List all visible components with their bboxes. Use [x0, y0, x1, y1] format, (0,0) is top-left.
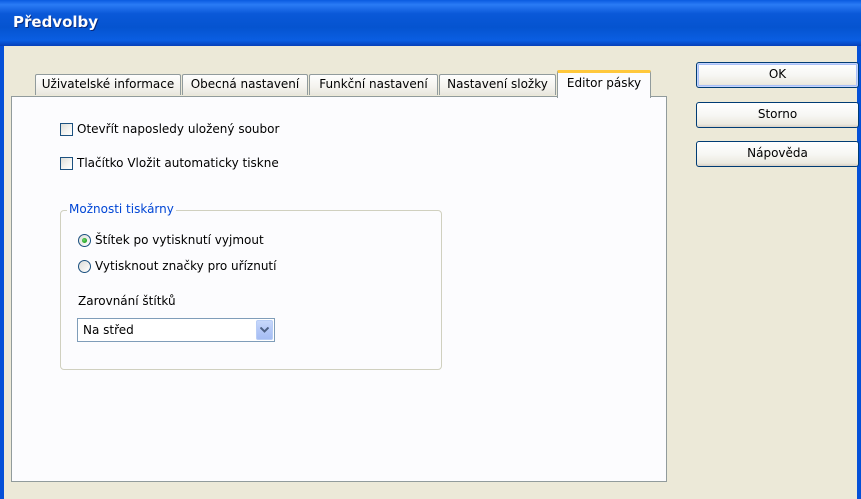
tab-user-info[interactable]: Uživatelské informace: [35, 74, 181, 95]
tab-function-settings[interactable]: Funkční nastavení: [309, 74, 438, 95]
print-cut-marks-label: Vytisknout značky pro uříznutí: [95, 259, 277, 273]
chevron-down-icon: [260, 327, 269, 333]
title-bar[interactable]: Předvolby: [0, 0, 861, 46]
cut-after-print-label: Štítek po vytisknutí vyjmout: [95, 233, 264, 247]
ok-button[interactable]: OK: [696, 62, 859, 88]
help-button[interactable]: Nápověda: [696, 141, 859, 167]
printer-options-title: Možnosti tiskárny: [67, 202, 176, 216]
insert-prints-label: Tlačítko Vložit automaticky tiskne: [77, 156, 279, 170]
cut-after-print-option[interactable]: Štítek po vytisknutí vyjmout: [78, 233, 264, 247]
print-cut-marks-radio[interactable]: [78, 259, 91, 273]
preferences-dialog: Předvolby Uživatelské informace Obecná n…: [0, 0, 861, 499]
window-title: Předvolby: [13, 13, 99, 31]
open-last-file-checkbox[interactable]: [60, 122, 73, 136]
print-cut-marks-option[interactable]: Vytisknout značky pro uříznutí: [78, 259, 276, 273]
window-frame-left: [0, 46, 4, 499]
cut-after-print-radio[interactable]: [78, 233, 91, 247]
open-last-file-option[interactable]: Otevřít naposledy uložený soubor: [60, 122, 279, 136]
label-alignment-caption: Zarovnání štítků: [78, 294, 176, 308]
label-alignment-value: Na střed: [83, 323, 134, 337]
label-alignment-select[interactable]: Na střed: [77, 318, 275, 342]
open-last-file-label: Otevřít naposledy uložený soubor: [77, 122, 280, 136]
dropdown-button[interactable]: [256, 320, 273, 340]
tab-folder-settings[interactable]: Nastavení složky: [439, 74, 556, 95]
tab-tape-editor[interactable]: Editor pásky: [557, 70, 651, 98]
insert-prints-checkbox[interactable]: [60, 156, 73, 170]
insert-prints-option[interactable]: Tlačítko Vložit automaticky tiskne: [60, 156, 279, 170]
tab-general-settings[interactable]: Obecná nastavení: [182, 74, 308, 95]
cancel-button[interactable]: Storno: [696, 102, 859, 128]
